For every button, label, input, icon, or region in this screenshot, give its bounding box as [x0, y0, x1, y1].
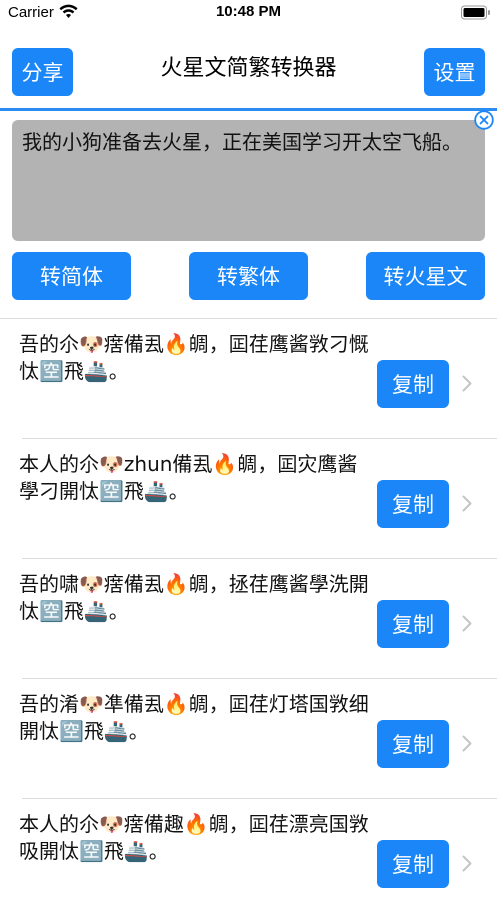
result-row[interactable]: 本人的尒🐶zhun備厾🔥皗，囸灾鹰酱學刁開忲🈳飛🚢。 复制 [19, 439, 497, 559]
nav-bar: 分享 火星文简繁转换器 设置 [0, 26, 497, 108]
convert-martian-button[interactable]: 转火星文 [366, 252, 485, 300]
copy-button[interactable]: 复制 [377, 480, 449, 528]
share-button[interactable]: 分享 [12, 48, 73, 96]
chevron-right-icon [462, 375, 472, 392]
chevron-right-icon [462, 855, 472, 872]
status-time: 10:48 PM [215, 3, 282, 20]
result-row[interactable]: 吾的淆🐶凖備厾🔥皗，囸荏灯塔国敩细開忲🈳飛🚢。 复制 [19, 679, 497, 799]
source-text-input[interactable]: 我的小狗准备去火星，正在美国学习开太空飞船。 [12, 120, 485, 241]
result-list: 吾的尒🐶瘔備厾🔥皗，囸荏鹰酱敩刁慨忲🈳飛🚢。 复制 本人的尒🐶zhun備厾🔥皗，… [0, 319, 497, 918]
result-text: 吾的啸🐶瘔備厾🔥皗，拯荏鹰酱學洗開忲🈳飛🚢。 [19, 572, 369, 623]
settings-button[interactable]: 设置 [424, 48, 485, 96]
copy-button[interactable]: 复制 [377, 600, 449, 648]
copy-button[interactable]: 复制 [377, 720, 449, 768]
copy-button[interactable]: 复制 [377, 840, 449, 888]
page-title: 火星文简繁转换器 [160, 56, 337, 81]
close-circle-icon[interactable] [474, 110, 494, 130]
nav-divider [0, 108, 497, 111]
copy-button[interactable]: 复制 [377, 360, 449, 408]
battery-icon [461, 5, 490, 20]
chevron-right-icon [462, 735, 472, 752]
result-row[interactable]: 吾的啸🐶瘔備厾🔥皗，拯荏鹰酱學洗開忲🈳飛🚢。 复制 [19, 559, 497, 679]
chevron-right-icon [462, 615, 472, 632]
result-text: 吾的淆🐶凖備厾🔥皗，囸荏灯塔国敩细開忲🈳飛🚢。 [19, 692, 369, 743]
status-bar: Carrier 10:48 PM [0, 0, 497, 26]
convert-simplified-button[interactable]: 转简体 [12, 252, 131, 300]
convert-traditional-button[interactable]: 转繁体 [189, 252, 308, 300]
result-text: 本人的尒🐶瘔備趣🔥皗，囸荏漂亮国敩吸開忲🈳飛🚢。 [19, 812, 369, 863]
result-text: 吾的尒🐶瘔備厾🔥皗，囸荏鹰酱敩刁慨忲🈳飛🚢。 [19, 332, 369, 383]
result-row[interactable]: 本人的尒🐶瘔備趣🔥皗，囸荏漂亮国敩吸開忲🈳飛🚢。 复制 [19, 799, 497, 918]
result-text: 本人的尒🐶zhun備厾🔥皗，囸灾鹰酱學刁開忲🈳飛🚢。 [19, 452, 358, 503]
result-row[interactable]: 吾的尒🐶瘔備厾🔥皗，囸荏鹰酱敩刁慨忲🈳飛🚢。 复制 [19, 319, 497, 439]
chevron-right-icon [462, 495, 472, 512]
